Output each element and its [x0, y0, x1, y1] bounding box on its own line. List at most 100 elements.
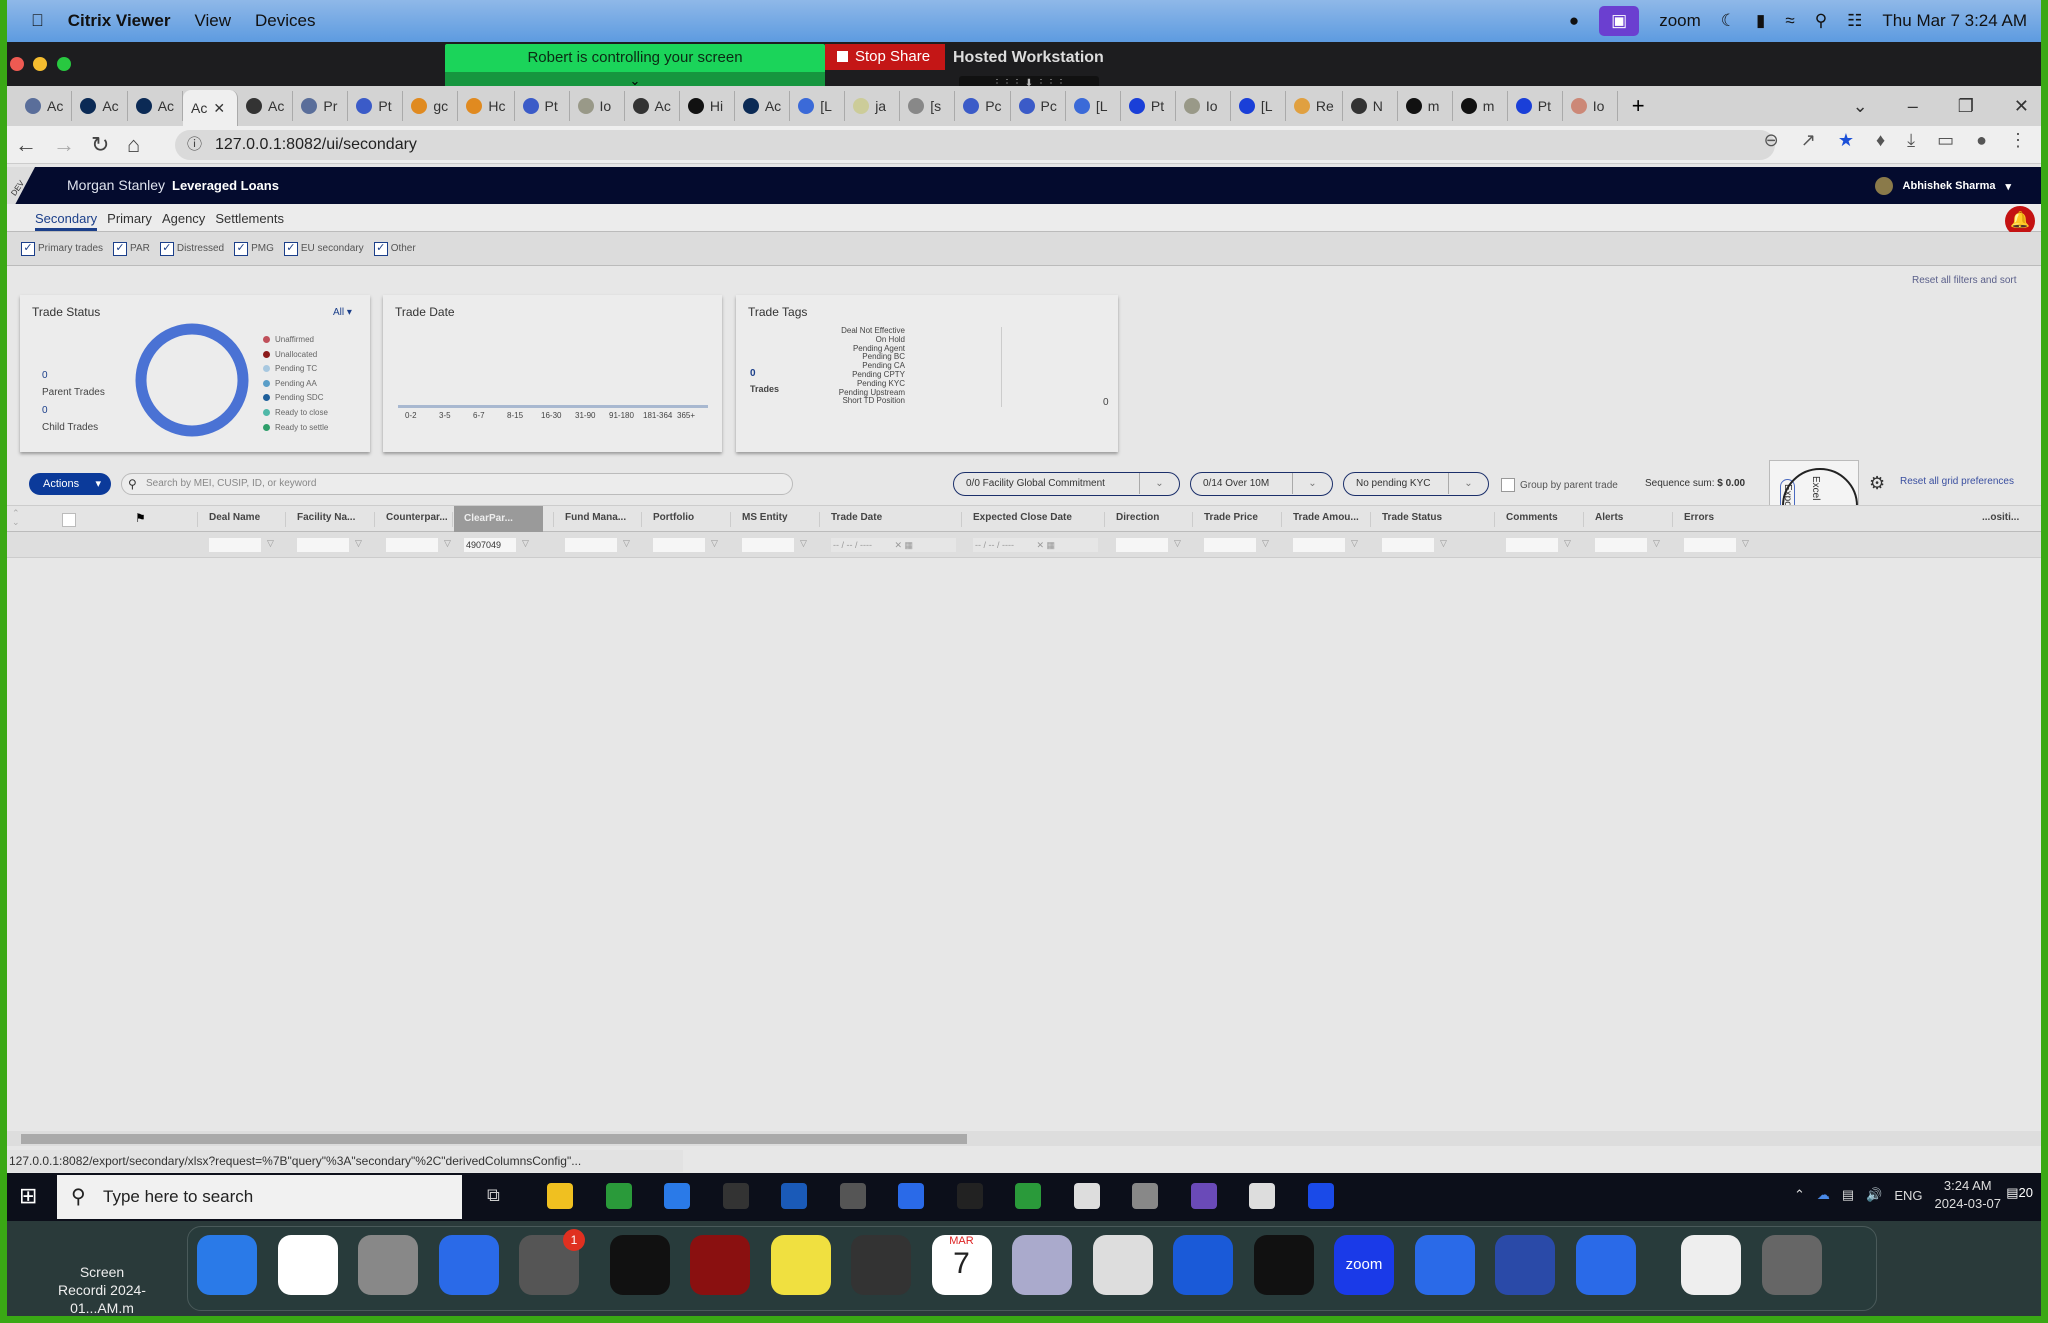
- url-input[interactable]: ⓘ 127.0.0.1:8082/ui/secondary: [175, 130, 1775, 160]
- legend-item[interactable]: Pending SDC: [263, 393, 323, 402]
- reset-grid-preferences-link[interactable]: Reset all grid preferences: [1900, 476, 2014, 487]
- close-window-button[interactable]: [10, 57, 24, 71]
- vscode-taskbar-icon[interactable]: [898, 1183, 924, 1209]
- calendar-dock-icon[interactable]: MAR 7: [931, 1235, 992, 1295]
- checkbox[interactable]: ✓: [234, 241, 249, 256]
- scrollbar-thumb[interactable]: [21, 1134, 967, 1144]
- filter-funnel-icon[interactable]: ▽: [1262, 538, 1269, 549]
- app-dock-icon[interactable]: [851, 1235, 911, 1295]
- browser-tab[interactable]: [L: [1231, 91, 1286, 121]
- system-settings-dock-icon[interactable]: 1: [519, 1229, 585, 1295]
- browser-tab[interactable]: Re: [1286, 91, 1343, 121]
- app-taskbar-icon[interactable]: [1073, 1183, 1100, 1209]
- tab-search-icon[interactable]: ⌄: [1853, 96, 1868, 117]
- taskbar-search-input[interactable]: ⚲ Type here to search: [57, 1175, 462, 1219]
- browser-tab[interactable]: Pt: [1508, 91, 1563, 121]
- column-header[interactable]: Trade Status: [1382, 512, 1442, 523]
- column-filter-input[interactable]: [565, 538, 617, 552]
- reload-icon[interactable]: ↻: [91, 132, 109, 158]
- column-header[interactable]: Counterpar...: [386, 512, 448, 523]
- browser-tab[interactable]: Pt: [515, 91, 570, 121]
- tray-chevron-icon[interactable]: ⌃: [1794, 1187, 1805, 1203]
- weather-dock-icon[interactable]: [1173, 1235, 1233, 1295]
- filter-funnel-icon[interactable]: ▽: [800, 538, 807, 549]
- browser-tab[interactable]: Pr: [293, 91, 349, 121]
- zoom-menu-label[interactable]: zoom: [1659, 11, 1701, 31]
- safari-dock-icon[interactable]: [438, 1235, 499, 1295]
- filter-funnel-icon[interactable]: ▽: [522, 538, 529, 549]
- filter-funnel-icon[interactable]: ▽: [1351, 538, 1358, 549]
- menu-datetime[interactable]: Thu Mar 7 3:24 AM: [1882, 11, 2027, 31]
- browser-tab[interactable]: Ac ✕: [183, 90, 239, 126]
- checkbox[interactable]: ✓: [159, 241, 174, 256]
- facility-commitment-filter[interactable]: 0/0 Facility Global Commitment ⌄: [953, 472, 1180, 496]
- column-header[interactable]: Direction: [1116, 512, 1159, 523]
- sheets-taskbar-icon[interactable]: [1015, 1183, 1041, 1209]
- column-filter-input[interactable]: 4907049: [464, 538, 516, 552]
- filter-funnel-icon[interactable]: ▽: [1174, 538, 1181, 549]
- column-header[interactable]: Deal Name: [209, 512, 260, 523]
- spotlight-icon[interactable]: ⚲: [1815, 11, 1827, 31]
- browser-tab[interactable]: [s: [900, 91, 956, 121]
- minimize-window-button[interactable]: [33, 57, 47, 71]
- actions-button[interactable]: Actions ▾: [29, 473, 111, 495]
- browser-tab[interactable]: Pc: [1011, 91, 1066, 121]
- column-filter-input[interactable]: [742, 538, 794, 552]
- browser-tab[interactable]: Ac: [17, 91, 73, 121]
- filter-funnel-icon[interactable]: ▽: [355, 538, 362, 549]
- browser-tab[interactable]: [L: [790, 91, 846, 121]
- app-taskbar-icon[interactable]: [1132, 1183, 1158, 1209]
- windows-start-icon[interactable]: ⊞: [19, 1183, 37, 1209]
- browser-tab[interactable]: Ac: [238, 91, 294, 121]
- browser-tab[interactable]: [L: [1066, 91, 1121, 121]
- date-filter-input[interactable]: -- / -- / ---- ✕ ▦: [973, 538, 1098, 552]
- tab-agency[interactable]: Agency: [162, 204, 205, 231]
- zoom-dock-icon[interactable]: zoom: [1334, 1235, 1394, 1295]
- column-filter-input[interactable]: [1684, 538, 1736, 552]
- browser-tab[interactable]: ja: [845, 91, 901, 121]
- browser-tab[interactable]: m: [1453, 91, 1508, 121]
- acrobat-dock-icon[interactable]: [690, 1235, 750, 1295]
- menu-devices[interactable]: Devices: [255, 11, 315, 31]
- terminal-dock-icon[interactable]: [609, 1235, 670, 1295]
- zoom-out-icon[interactable]: ⊖: [1764, 130, 1779, 151]
- legend-item[interactable]: Ready to settle: [263, 423, 328, 432]
- filter-funnel-icon[interactable]: ▽: [1653, 538, 1660, 549]
- edge-taskbar-icon[interactable]: [664, 1183, 690, 1209]
- taskbar-clock[interactable]: 3:24 AM 2024-03-07: [1935, 1177, 2002, 1213]
- filter-checkbox-pmg[interactable]: ✓ PMG: [234, 241, 280, 256]
- column-filter-input[interactable]: [1382, 538, 1434, 552]
- column-header[interactable]: Alerts: [1595, 512, 1623, 523]
- column-header[interactable]: Portfolio: [653, 512, 694, 523]
- browser-tab[interactable]: Pt: [1121, 91, 1176, 121]
- column-filter-input[interactable]: [209, 538, 261, 552]
- stocks-dock-icon[interactable]: [1253, 1235, 1314, 1295]
- column-header[interactable]: Trade Date: [831, 512, 882, 523]
- vscode-dock-icon[interactable]: [277, 1235, 338, 1295]
- column-header[interactable]: ClearPar...: [454, 506, 543, 532]
- zoom-share-icon[interactable]: ▣: [1599, 6, 1640, 36]
- filter-funnel-icon[interactable]: ▽: [444, 538, 451, 549]
- checkbox[interactable]: ✓: [283, 241, 298, 256]
- trash-dock-icon[interactable]: [1761, 1235, 1822, 1295]
- column-header[interactable]: Fund Mana...: [565, 512, 626, 523]
- close-icon[interactable]: ✕: [2014, 96, 2029, 117]
- tab-secondary[interactable]: Secondary: [35, 204, 98, 231]
- network-icon[interactable]: ▤: [1842, 1187, 1854, 1203]
- column-header[interactable]: Trade Amou...: [1293, 512, 1359, 523]
- column-header[interactable]: ...ositi...: [1982, 512, 2019, 523]
- tab-primary[interactable]: Primary: [107, 204, 152, 231]
- terminal-taskbar-icon[interactable]: [722, 1183, 749, 1209]
- legend-item[interactable]: Unallocated: [263, 350, 317, 359]
- screen-recording-file[interactable]: Screen Recordi 2024-01...AM.m: [57, 1263, 147, 1316]
- checkbox[interactable]: ✓: [373, 241, 388, 256]
- legend-item[interactable]: Unaffirmed: [263, 335, 314, 344]
- browser-tab[interactable]: gc: [403, 91, 459, 121]
- notes-dock-icon[interactable]: [770, 1235, 831, 1295]
- filter-funnel-icon[interactable]: ▽: [623, 538, 630, 549]
- stop-share-button[interactable]: Stop Share: [825, 44, 945, 70]
- column-filter-input[interactable]: [1595, 538, 1647, 552]
- browser-tab[interactable]: Ac: [625, 91, 680, 121]
- browser-tab[interactable]: Ac: [735, 91, 791, 121]
- filter-funnel-icon[interactable]: ▽: [711, 538, 718, 549]
